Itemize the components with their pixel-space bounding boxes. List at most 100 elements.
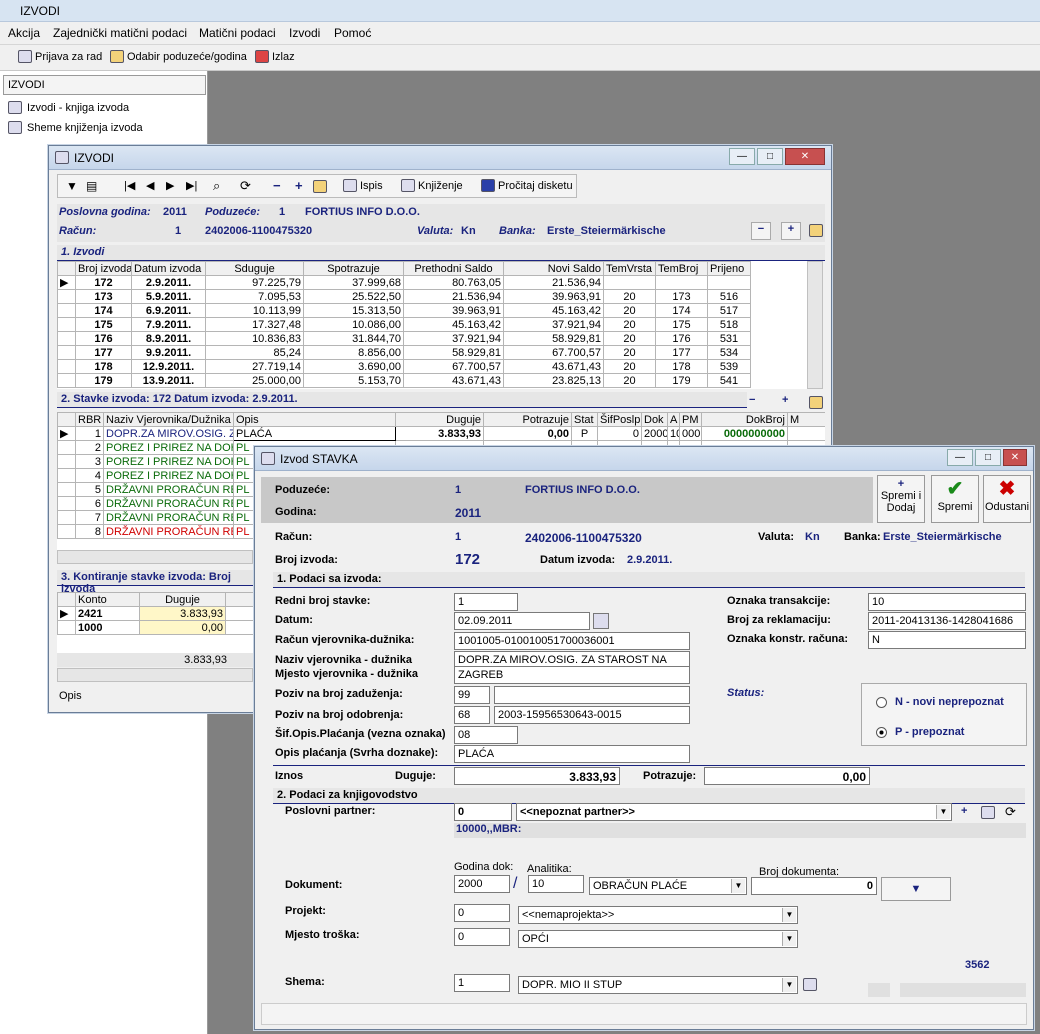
save-button[interactable]: ✔ Spremi bbox=[931, 475, 979, 523]
menu-pomoc[interactable]: Pomoć bbox=[334, 26, 371, 40]
poziv-zad-input[interactable] bbox=[494, 686, 690, 704]
col-opis[interactable]: Opis bbox=[233, 412, 396, 427]
calendar-icon[interactable] bbox=[593, 613, 609, 629]
shema-id-input[interactable]: 1 bbox=[454, 974, 510, 992]
col-potrazuje[interactable]: Potrazuje bbox=[483, 412, 572, 427]
stavke-folder-icon[interactable] bbox=[809, 396, 823, 409]
login-button[interactable]: Prijava za rad bbox=[18, 50, 102, 63]
dropdown-icon[interactable]: ▼ bbox=[66, 179, 78, 193]
datum-input[interactable]: 02.09.2011 bbox=[454, 612, 590, 630]
broj-dok-input[interactable]: 0 bbox=[751, 877, 877, 895]
table-row[interactable]: 176 8.9.2011. 10.836,83 31.844,70 37.921,94 5… bbox=[57, 331, 751, 346]
redni-input[interactable]: 1 bbox=[454, 593, 518, 611]
col-naziv[interactable]: Naziv Vjerovnika/Dužnika bbox=[103, 412, 234, 427]
menu-maticni[interactable]: Matični podaci bbox=[199, 26, 276, 40]
table-row[interactable]: 1000 0,00 bbox=[57, 620, 253, 635]
col-broj-izvoda[interactable]: Broj izvoda bbox=[75, 261, 132, 276]
prev-record-icon[interactable]: ◀ bbox=[146, 179, 154, 192]
table-row[interactable]: ▶ 2421 3.833,93 bbox=[57, 606, 253, 621]
col-dokbroj[interactable]: DokBroj bbox=[701, 412, 788, 427]
last-record-icon[interactable]: ▶| bbox=[186, 179, 197, 192]
col-spotrazuje[interactable]: Spotrazuje bbox=[303, 261, 404, 276]
table-row[interactable]: 177 9.9.2011. 85,24 8.856,00 58.929,81 67.700… bbox=[57, 345, 751, 360]
table-row[interactable]: 173 5.9.2011. 7.095,53 25.522,50 21.536,94 39… bbox=[57, 289, 751, 304]
print-button[interactable]: Ispis bbox=[343, 179, 383, 192]
izvodi-table-scrollbar[interactable] bbox=[807, 261, 823, 389]
col-konto-duguje[interactable]: Duguje bbox=[139, 592, 226, 607]
table-row[interactable]: ▶ 172 2.9.2011. 97.225,79 37.999,68 80.763,05… bbox=[57, 275, 751, 290]
header-folder-icon[interactable] bbox=[809, 224, 823, 237]
analitika-input[interactable]: 10 bbox=[528, 875, 584, 893]
poziv-odo-model-input[interactable]: 68 bbox=[454, 706, 490, 724]
col-m[interactable]: M bbox=[787, 412, 825, 427]
opis-input[interactable]: PLAĆA bbox=[454, 745, 690, 763]
stavke-hscroll[interactable] bbox=[57, 550, 253, 564]
broj-rekl-input[interactable]: 2011-20413136-1428041686 bbox=[868, 612, 1026, 630]
stavke-minus-button[interactable]: − bbox=[749, 394, 755, 406]
minimize-button[interactable]: — bbox=[947, 449, 973, 466]
exit-button[interactable]: Izlaz bbox=[255, 50, 295, 63]
col-konto[interactable]: Konto bbox=[75, 592, 140, 607]
preview-icon[interactable]: ▤ bbox=[86, 179, 97, 193]
sidebar-item-izvodi[interactable]: Izvodi - knjiga izvoda bbox=[8, 101, 129, 114]
table-row[interactable]: 178 12.9.2011. 27.719,14 3.690,00 67.700,57 4… bbox=[57, 359, 751, 374]
first-record-icon[interactable]: |◀ bbox=[124, 179, 135, 192]
partner-card-icon[interactable] bbox=[981, 806, 995, 819]
status-n-radio[interactable]: N - novi neprepoznat bbox=[876, 696, 1004, 708]
maximize-button[interactable]: □ bbox=[975, 449, 1001, 466]
col-prethodni-saldo[interactable]: Prethodni Saldo bbox=[403, 261, 504, 276]
col-temvrsta[interactable]: TemVrsta bbox=[603, 261, 656, 276]
status-p-radio[interactable]: P - prepoznat bbox=[876, 726, 964, 738]
col-duguje[interactable]: Duguje bbox=[395, 412, 484, 427]
select-company-button[interactable]: Odabir poduzeće/godina bbox=[110, 50, 247, 63]
racun-vd-input[interactable]: 1001005-010010051700036001 bbox=[454, 632, 690, 650]
shema-edit-icon[interactable] bbox=[803, 978, 817, 991]
table-row[interactable]: 174 6.9.2011. 10.113,99 15.313,50 39.963,91 4… bbox=[57, 303, 751, 318]
shema-select[interactable]: DOPR. MIO II STUP ▼ bbox=[518, 976, 798, 994]
header-minus-button[interactable]: − bbox=[751, 222, 771, 240]
col-rbr[interactable]: RBR bbox=[75, 412, 104, 427]
menu-izvodi[interactable]: Izvodi bbox=[289, 26, 320, 40]
poziv-zad-model-input[interactable]: 99 bbox=[454, 686, 490, 704]
sidebar-item-sheme[interactable]: Sheme knjiženja izvoda bbox=[8, 121, 143, 134]
godina-dok-input[interactable]: 2000 bbox=[454, 875, 510, 893]
col-sduguje[interactable]: Sduguje bbox=[205, 261, 304, 276]
refresh-icon[interactable]: ⟳ bbox=[240, 178, 251, 194]
partner-refresh-icon[interactable]: ⟳ bbox=[1005, 804, 1016, 820]
menu-akcija[interactable]: Akcija bbox=[8, 26, 40, 40]
mjesto-id-input[interactable]: 0 bbox=[454, 928, 510, 946]
col-pm[interactable]: PM bbox=[679, 412, 702, 427]
stavke-plus-button[interactable]: + bbox=[782, 394, 788, 406]
folder-icon[interactable] bbox=[313, 180, 327, 193]
partner-select[interactable]: <<nepoznat partner>> ▼ bbox=[516, 803, 952, 821]
sif-input[interactable]: 08 bbox=[454, 726, 518, 744]
oznaka-kr-input[interactable]: N bbox=[868, 631, 1026, 649]
cancel-button[interactable]: ✖ Odustani bbox=[983, 475, 1031, 523]
table-row[interactable]: 175 7.9.2011. 17.327,48 10.086,00 45.163,42 3… bbox=[57, 317, 751, 332]
table-row[interactable]: 179 13.9.2011. 25.000,00 5.153,70 43.671,43 2… bbox=[57, 373, 751, 388]
analitika-select[interactable]: OBRAČUN PLAĆE ▼ bbox=[589, 877, 747, 895]
duguje-input[interactable]: 3.833,93 bbox=[454, 767, 620, 785]
col-stat[interactable]: Stat bbox=[571, 412, 598, 427]
menu-zajednicki[interactable]: Zajednički matični podaci bbox=[53, 26, 187, 40]
close-button[interactable]: ✕ bbox=[1003, 449, 1027, 466]
kontiranje-hscroll[interactable] bbox=[57, 668, 253, 682]
minus-icon[interactable]: − bbox=[273, 178, 281, 193]
col-datum-izvoda[interactable]: Datum izvoda bbox=[131, 261, 206, 276]
booking-button[interactable]: Knjiženje bbox=[401, 179, 463, 192]
partner-id-input[interactable]: 0 bbox=[454, 803, 512, 821]
projekt-select[interactable]: <<nemaprojekta>> ▼ bbox=[518, 906, 798, 924]
next-record-icon[interactable]: ▶ bbox=[166, 179, 174, 192]
mjesto-select[interactable]: OPĆI ▼ bbox=[518, 930, 798, 948]
plus-icon[interactable]: + bbox=[295, 178, 303, 193]
minimize-button[interactable]: — bbox=[729, 148, 755, 165]
potrazuje-input[interactable]: 0,00 bbox=[704, 767, 870, 785]
save-add-button[interactable]: + Spremi i Dodaj bbox=[877, 475, 925, 523]
read-disk-button[interactable]: Pročitaj disketu bbox=[481, 179, 573, 192]
poziv-odo-input[interactable]: 2003-15956530643-0015 bbox=[494, 706, 690, 724]
partner-add-button[interactable]: + bbox=[961, 805, 967, 817]
col-tembroj[interactable]: TemBroj bbox=[655, 261, 708, 276]
broj-dok-dropdown-button[interactable]: ▼ bbox=[881, 877, 951, 901]
oznaka-tr-input[interactable]: 10 bbox=[868, 593, 1026, 611]
col-dok[interactable]: Dok bbox=[641, 412, 668, 427]
